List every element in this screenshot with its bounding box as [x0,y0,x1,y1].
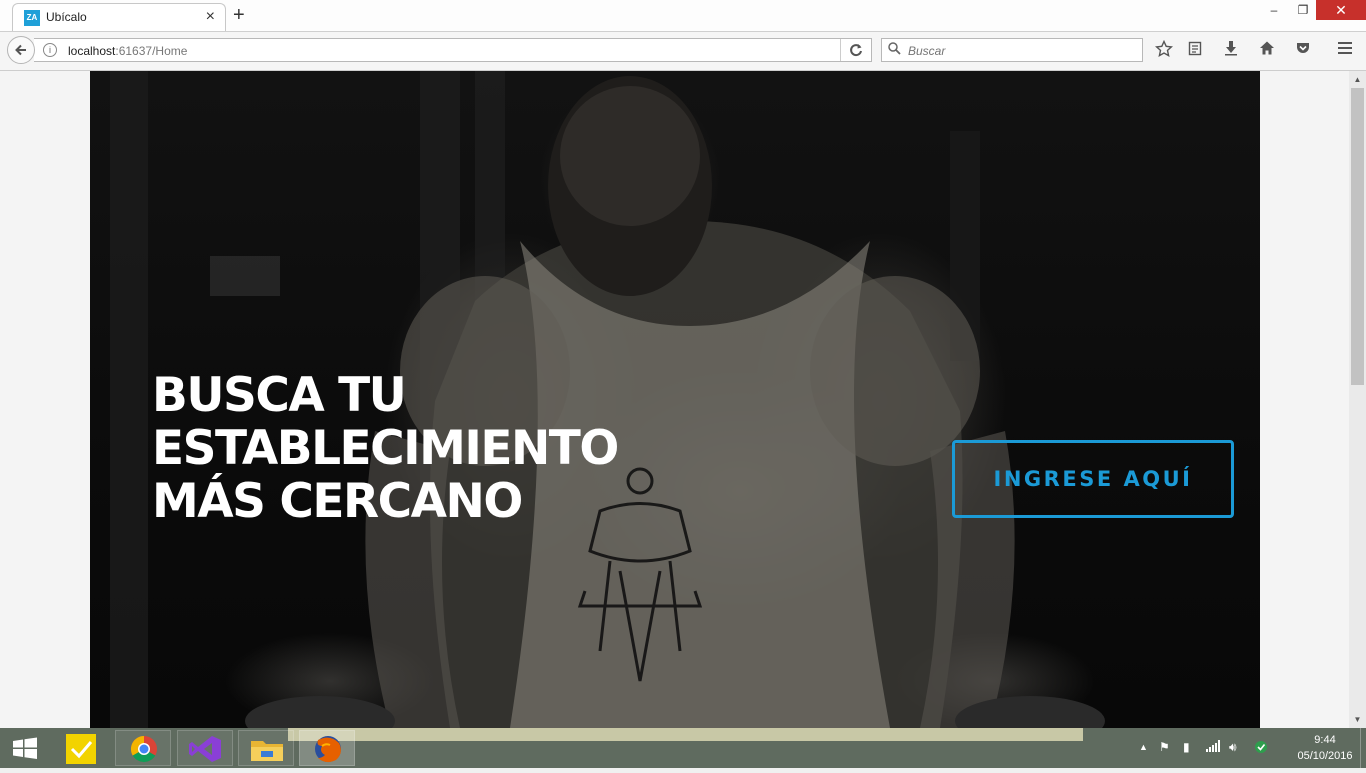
url-text[interactable]: localhost:61637/Home [68,44,187,58]
back-arrow-icon[interactable] [7,36,35,64]
scroll-thumb[interactable] [1351,88,1364,385]
taskbar-sticky-notes-icon[interactable] [58,730,114,766]
taskbar-visual-studio-icon[interactable] [177,730,233,766]
hero-section: BUSCA TU ESTABLECIMIENTO MÁS CERCANO ING… [90,71,1260,728]
reload-icon[interactable] [840,39,871,61]
windows-taskbar: ▲ ⚑ ▮ 🔊︎ 9:44 05/10/2016 [0,728,1366,768]
clock-time[interactable]: 9:44 [1300,734,1350,746]
hero-headline: BUSCA TU ESTABLECIMIENTO MÁS CERCANO [152,369,712,528]
scroll-up-arrow-icon[interactable]: ▲ [1349,71,1366,88]
task-progress-bar [288,728,1083,741]
bookmark-star-icon[interactable] [1154,39,1174,60]
home-icon[interactable] [1257,40,1277,60]
windows-start-icon[interactable] [0,728,50,768]
download-icon[interactable] [1221,40,1241,60]
url-path: :61637/Home [115,44,188,58]
network-signal-icon[interactable] [1206,740,1220,755]
window-maximize-button[interactable]: ❐ [1293,0,1313,20]
url-bar[interactable]: i localhost:61637/Home [34,38,872,62]
volume-icon[interactable]: 🔊︎ [1229,740,1237,754]
menu-icon[interactable] [1335,40,1355,60]
clock-date[interactable]: 05/10/2016 [1287,750,1363,762]
headline-line-2: ESTABLECIMIENTO [152,421,619,476]
action-center-flag-icon[interactable]: ⚑ [1159,740,1170,754]
recycle-sync-icon[interactable] [1254,740,1268,757]
page-viewport: BUSCA TU ESTABLECIMIENTO MÁS CERCANO ING… [0,71,1349,728]
new-tab-button[interactable]: + [233,4,245,26]
headline-line-3: MÁS CERCANO [152,474,523,529]
search-input[interactable] [906,42,1140,60]
system-tray: ▲ ⚑ ▮ 🔊︎ [1136,728,1296,768]
ingrese-aqui-button[interactable]: INGRESE AQUÍ [952,440,1234,518]
url-host: localhost [68,44,116,58]
tab-close-icon[interactable]: × [206,8,215,26]
window-close-button[interactable]: ✕ [1316,0,1366,20]
taskbar-firefox-icon[interactable] [299,730,355,766]
headline-line-1: BUSCA TU [152,368,407,423]
window-minimize-button[interactable]: – [1264,0,1284,20]
site-info-icon[interactable]: i [43,43,57,57]
page-scrollbar[interactable]: ▲ ▼ [1349,71,1366,728]
power-plug-icon[interactable]: ▮ [1183,740,1190,754]
pocket-icon[interactable] [1293,40,1313,60]
tab-title: Ubícalo [46,10,87,24]
reading-list-icon[interactable] [1185,40,1205,60]
browser-title-bar: ZA Ubícalo × + – ❐ ✕ [0,0,1366,32]
search-icon [888,42,901,58]
scroll-down-arrow-icon[interactable]: ▼ [1349,711,1366,728]
tray-expand-icon[interactable]: ▲ [1139,740,1148,754]
taskbar-file-explorer-icon[interactable] [238,730,294,766]
site-favicon-icon: ZA [24,10,40,26]
search-bar[interactable] [881,38,1143,62]
tab-ubicalo[interactable]: ZA Ubícalo × [12,3,226,31]
taskbar-chrome-icon[interactable] [115,730,171,766]
show-desktop-button[interactable] [1360,728,1366,768]
browser-nav-bar: i localhost:61637/Home [0,32,1366,71]
